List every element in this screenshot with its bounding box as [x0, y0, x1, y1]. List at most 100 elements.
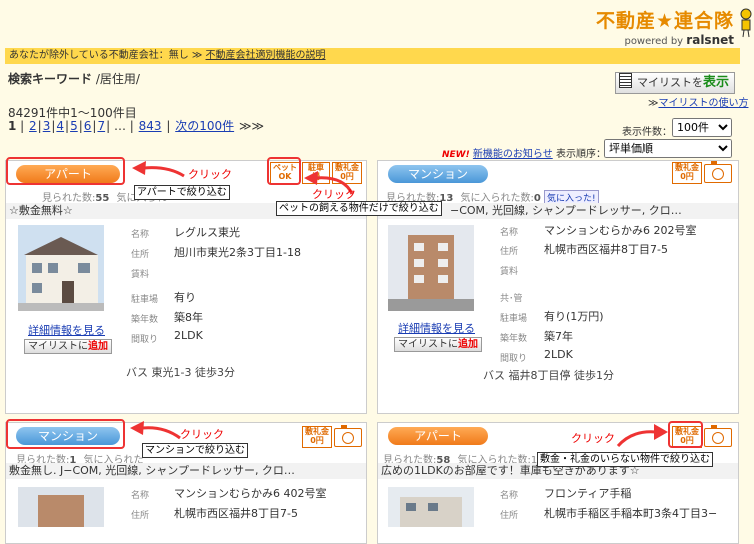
- callout-nokey-filter: 敷金・礼金のいらない物件で絞り込む: [537, 452, 713, 467]
- page-current: 1: [8, 119, 17, 133]
- page-last[interactable]: 843: [139, 119, 162, 133]
- add-to-mylist-button[interactable]: マイリストに追加: [394, 337, 482, 352]
- property-address: 札幌市西区福井8丁目7-5: [174, 507, 298, 520]
- highlight-nokey-icon: [668, 421, 703, 448]
- new-feature-notice: NEW! 新機能のお知らせ: [442, 145, 553, 160]
- property-address: 旭川市東光2条3丁目1-18: [174, 246, 301, 259]
- no-key-money-icon[interactable]: 敷礼金 0円: [672, 162, 702, 184]
- no-key-money-icon[interactable]: 敷礼金 0円: [302, 426, 332, 448]
- pagination: 1 | 2|3|4|5|6|7| … | 843 | 次の100件 ≫≫: [8, 119, 265, 133]
- show-mylist-button[interactable]: マイリストを表示: [615, 72, 735, 94]
- arrow-left-icon: [130, 421, 181, 440]
- search-keyword-label: 検索キーワード: [8, 72, 93, 86]
- property-name: フロンティア手稲: [544, 487, 632, 500]
- property-name: マンションむらかみ6 202号室: [544, 224, 697, 237]
- label-name: 名称: [131, 491, 150, 501]
- page-link[interactable]: 4: [56, 119, 64, 133]
- label-rent: 賃料: [500, 267, 519, 277]
- property-photo[interactable]: [18, 225, 104, 311]
- callout-mansion-filter: マンションで絞り込む: [142, 443, 248, 458]
- property-address: 札幌市手稲区手稲本町3条4丁目3−: [544, 507, 718, 520]
- exclusion-text: あなたが除外している不動産会社：無し ≫: [9, 50, 203, 61]
- mylist-button-prefix: マイリストを: [637, 76, 703, 89]
- property-access: バス 東光1-3 徒歩3分: [126, 366, 235, 379]
- click-label: クリック: [180, 428, 224, 441]
- property-name: レグルス東光: [174, 226, 240, 239]
- add-mylist-prefix: マイリストに: [398, 339, 458, 350]
- add-mylist-action: 追加: [88, 341, 108, 352]
- property-type-badge[interactable]: アパート: [388, 427, 488, 445]
- page-link[interactable]: 2: [29, 119, 37, 133]
- property-layout: 2LDK: [174, 329, 203, 342]
- click-label: クリック: [571, 432, 615, 445]
- logo-text: 不動産★連合隊: [595, 10, 734, 32]
- card-subtitle: 敷金無し. J−COM, 光回線, シャンプードレッサー, クロ…: [6, 463, 366, 479]
- exclusion-bar: あなたが除外している不動産会社：無し ≫ 不動産会社適別機能の説明: [5, 48, 740, 64]
- callout-pet-filter: ペットの飼える物件だけで絞り込む: [276, 201, 442, 216]
- property-card: マンション 敷礼金 0円 見られた数:13 気に入られた数:0 気に入った! −C…: [377, 160, 739, 414]
- property-type-badge[interactable]: マンション: [388, 165, 488, 183]
- brand-name: ralsnet: [686, 33, 734, 47]
- new-feature-link[interactable]: 新機能のお知らせ: [473, 149, 553, 160]
- arrow-left-icon: [132, 161, 185, 178]
- property-age: 築8年: [174, 311, 203, 324]
- label-parking: 駐車場: [131, 295, 159, 305]
- mylist-howto-link[interactable]: マイリストの使い方: [658, 98, 748, 109]
- property-layout: 2LDK: [544, 348, 573, 361]
- property-access: バス 福井8丁目停 徒歩1分: [483, 369, 614, 382]
- label-parking: 駐車場: [500, 314, 528, 324]
- add-mylist-action: 追加: [458, 339, 478, 350]
- property-photo[interactable]: [18, 487, 104, 527]
- label-name: 名称: [500, 228, 519, 238]
- next-arrows: ≫≫: [238, 119, 265, 133]
- page-link[interactable]: 6: [84, 119, 92, 133]
- page-link[interactable]: 7: [97, 119, 105, 133]
- label-age: 築年数: [500, 334, 528, 344]
- property-address: 札幌市西区福井8丁目7-5: [544, 243, 668, 256]
- property-parking: 有り(1万円): [544, 310, 604, 323]
- property-photo[interactable]: [388, 487, 474, 527]
- click-label: クリック: [312, 188, 356, 201]
- mascot-icon: [740, 8, 752, 38]
- page-link[interactable]: 3: [43, 119, 51, 133]
- exclusion-help-link[interactable]: 不動産会社適別機能の説明: [206, 50, 326, 61]
- highlight-pet-icon: [267, 157, 301, 185]
- property-parking: 有り: [174, 291, 196, 304]
- page-link[interactable]: 5: [70, 119, 78, 133]
- mylist-button-action: 表示: [703, 75, 730, 90]
- label-address: 住所: [131, 511, 150, 521]
- property-name: マンションむらかみ6 402号室: [174, 487, 327, 500]
- add-mylist-prefix: マイリストに: [28, 341, 88, 352]
- click-label: クリック: [188, 168, 232, 181]
- detail-link[interactable]: 詳細情報を見る: [28, 322, 105, 338]
- camera-icon[interactable]: [704, 425, 732, 447]
- label-address: 住所: [500, 511, 519, 521]
- camera-icon[interactable]: [704, 161, 732, 183]
- label-address: 住所: [500, 247, 519, 257]
- mylist-howto: ≫マイリストの使い方: [648, 98, 749, 109]
- callout-apartment-filter: アパートで絞り込む: [134, 185, 230, 200]
- search-keyword-value: /居住用/: [95, 72, 140, 86]
- site-logo[interactable]: 不動産★連合隊 powered by ralsnet: [596, 6, 734, 47]
- sort-select[interactable]: 坪単価順: [604, 139, 732, 158]
- label-address: 住所: [131, 250, 150, 260]
- label-name: 名称: [131, 230, 150, 240]
- sort-label: 表示順序：: [556, 149, 606, 160]
- list-icon: [619, 73, 632, 88]
- new-badge: NEW!: [442, 150, 470, 160]
- arrow-up-right-icon: [616, 424, 668, 448]
- search-keyword: 検索キーワード /居住用/: [8, 70, 140, 87]
- powered-by: powered by: [624, 36, 684, 47]
- display-count-label: 表示件数：: [622, 127, 672, 138]
- detail-link[interactable]: 詳細情報を見る: [398, 320, 475, 336]
- highlight-mansion-badge: [6, 419, 125, 449]
- label-layout: 間取り: [500, 354, 528, 364]
- label-age: 築年数: [131, 315, 159, 325]
- camera-icon[interactable]: [334, 425, 362, 447]
- highlight-apartment-badge: [6, 157, 125, 185]
- next-page-link[interactable]: 次の100件: [175, 119, 234, 133]
- property-photo[interactable]: [388, 225, 474, 311]
- display-count-select[interactable]: 100件: [672, 118, 732, 137]
- add-to-mylist-button[interactable]: マイリストに追加: [24, 339, 112, 354]
- label-fee: 共･管: [500, 294, 523, 304]
